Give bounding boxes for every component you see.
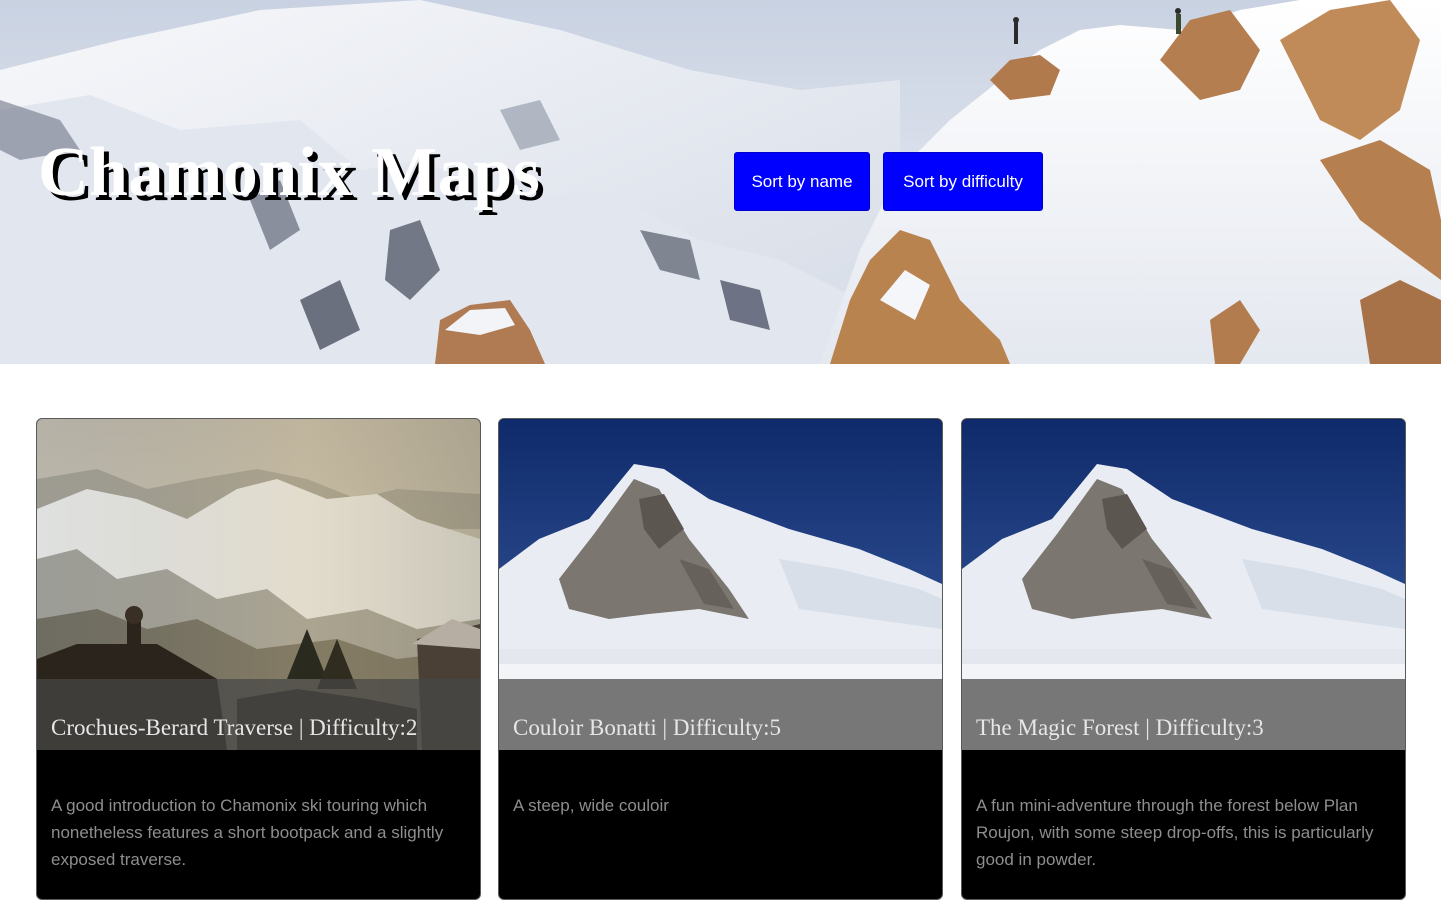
route-title: The Magic Forest | Difficulty:3 [976, 715, 1264, 740]
route-title: Couloir Bonatti | Difficulty:5 [513, 715, 782, 740]
hero-banner: Chamonix Maps Sort by name Sort by diffi… [0, 0, 1441, 364]
route-card[interactable]: The Magic Forest | Difficulty:3 A fun mi… [961, 418, 1406, 900]
route-title: Crochues-Berard Traverse | Difficulty:2 [51, 715, 418, 740]
sort-by-difficulty-button[interactable]: Sort by difficulty [883, 152, 1043, 211]
route-card[interactable]: Crochues-Berard Traverse | Difficulty:2 … [36, 418, 481, 900]
route-description: A good introduction to Chamonix ski tour… [51, 796, 444, 869]
site-title: Chamonix Maps [38, 134, 541, 211]
sort-by-name-button[interactable]: Sort by name [734, 152, 870, 211]
route-description: A fun mini-adventure through the forest … [976, 796, 1374, 869]
route-description: A steep, wide couloir [513, 796, 669, 815]
route-card[interactable]: Couloir Bonatti | Difficulty:5 A steep, … [498, 418, 943, 900]
